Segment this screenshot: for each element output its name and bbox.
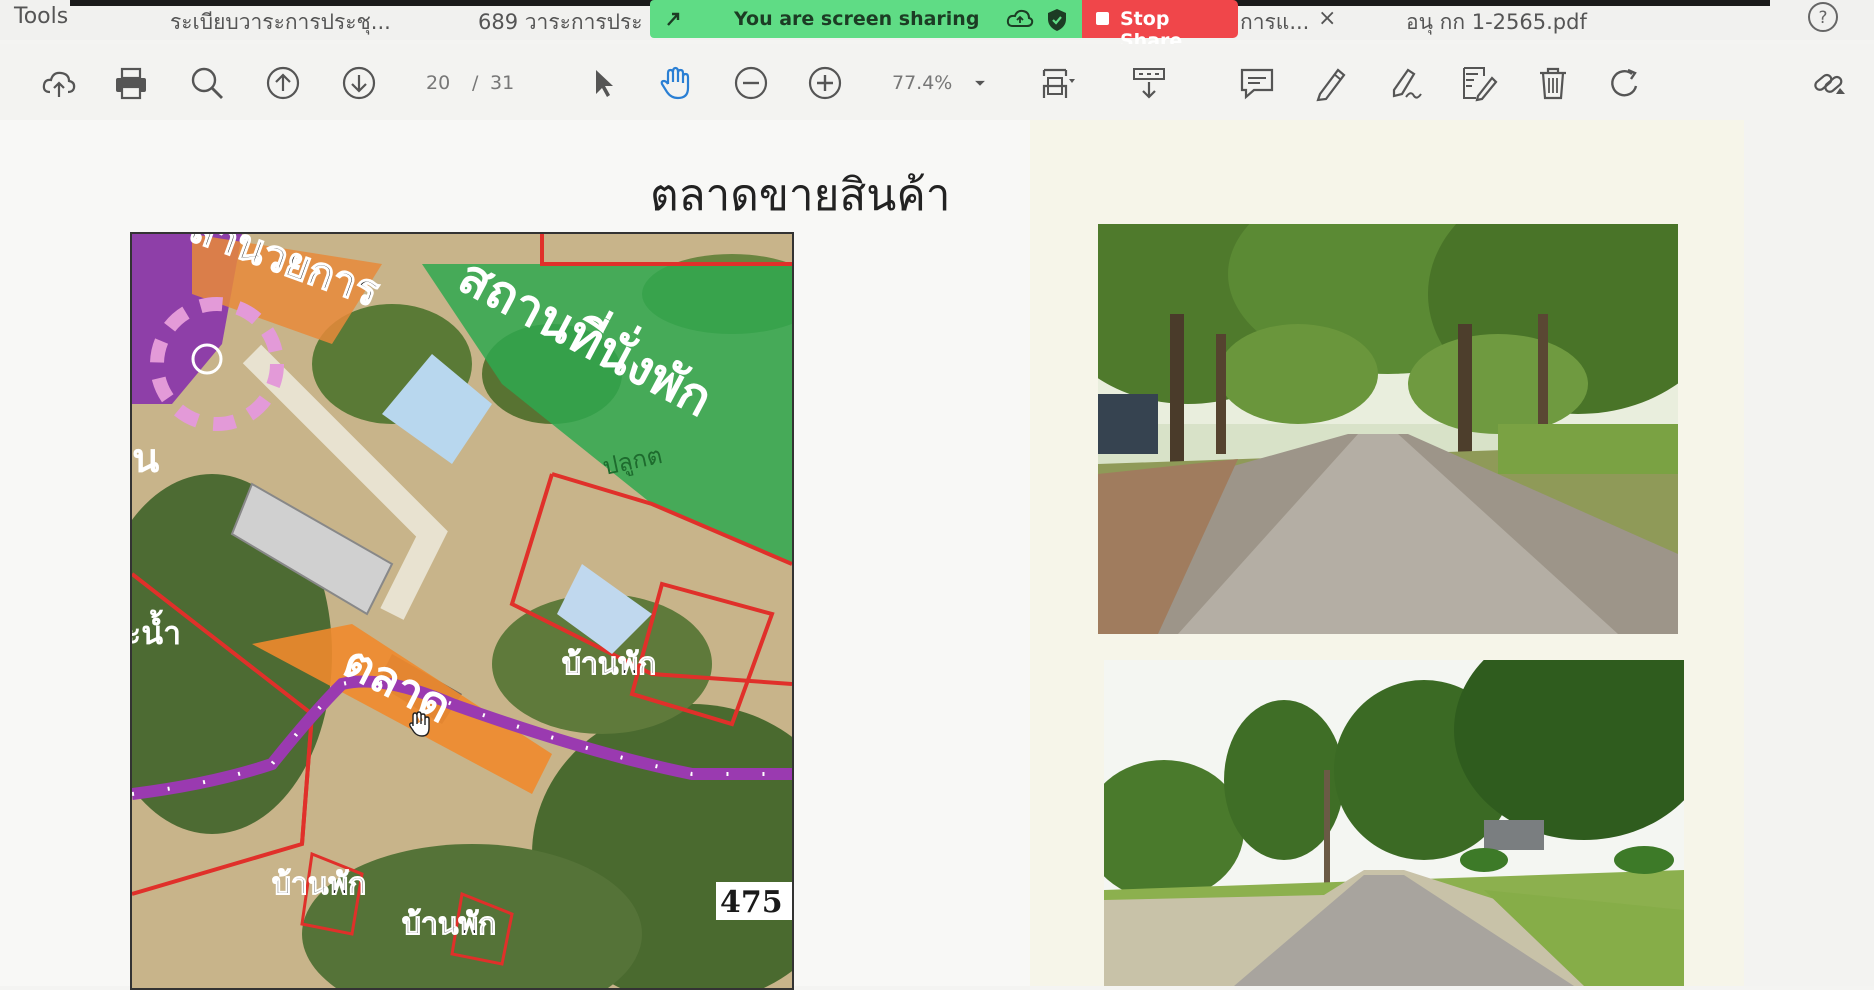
road-photo-2	[1104, 660, 1684, 986]
tab-689-agenda[interactable]: 689 วาระการประ	[478, 6, 643, 39]
highlight-icon[interactable]	[1310, 62, 1352, 104]
zoom-level-input[interactable]: 77.4%	[892, 72, 952, 94]
fit-page-icon[interactable]	[1036, 62, 1078, 104]
current-page-input[interactable]: 20	[426, 72, 450, 94]
road-photo-1	[1098, 224, 1678, 634]
link-icon[interactable]	[1808, 62, 1850, 104]
shield-icon[interactable]	[1046, 8, 1068, 32]
route-number: 475	[720, 885, 783, 920]
pdf-toolbar: 20 / 31 77.4%	[0, 44, 1874, 120]
map-label-house-3: บ้านพัก	[402, 907, 496, 942]
tab-close-button[interactable]: ×	[1318, 6, 1336, 31]
svg-text:?: ?	[1818, 8, 1827, 28]
page-up-icon[interactable]	[262, 62, 304, 104]
upload-icon[interactable]	[38, 62, 80, 104]
delete-icon[interactable]	[1532, 62, 1574, 104]
sign-icon[interactable]	[1384, 62, 1426, 104]
tab-pdf-file[interactable]: อนุ กก 1-2565.pdf	[1406, 6, 1587, 39]
scroll-mode-icon[interactable]	[1128, 62, 1170, 104]
select-icon[interactable]	[582, 62, 624, 104]
search-icon[interactable]	[186, 62, 228, 104]
screen-share-bar: You are screen sharing Stop Share	[650, 0, 1238, 52]
screen-share-status: You are screen sharing	[650, 0, 1082, 38]
comment-icon[interactable]	[1236, 62, 1278, 104]
total-pages: 31	[490, 72, 515, 94]
aerial-map-image: ลำนวยการ สถานที่นั่งพัก ปลูกต น ะน้ำ ตลา…	[130, 232, 794, 990]
zoom-in-icon[interactable]	[804, 62, 846, 104]
map-label-left-1: น	[132, 436, 159, 482]
page-title: ตลาดขายสินค้า	[650, 170, 951, 221]
tab-meeting-agenda[interactable]: ระเบียบวาระการประชุ...	[170, 6, 391, 39]
screen-sharing-label: You are screen sharing	[734, 8, 980, 30]
hand-icon[interactable]	[654, 62, 696, 104]
tools-menu[interactable]: Tools	[14, 4, 68, 29]
zoom-out-icon[interactable]	[730, 62, 772, 104]
print-icon[interactable]	[110, 62, 152, 104]
edit-icon[interactable]	[1458, 62, 1500, 104]
stop-share-button[interactable]: Stop Share	[1082, 0, 1238, 52]
viewport-margin	[1744, 120, 1874, 986]
map-label-left-2: ะน้ำ	[132, 609, 181, 652]
page-separator: /	[472, 72, 479, 94]
map-label-house-1: บ้านพัก	[562, 647, 656, 682]
page-down-icon[interactable]	[338, 62, 380, 104]
cloud-icon[interactable]	[1006, 8, 1034, 30]
tab-document[interactable]: การแ...	[1240, 6, 1309, 39]
stop-icon	[1096, 12, 1109, 25]
zoom-dropdown-icon[interactable]	[970, 62, 990, 104]
rotate-icon[interactable]	[1604, 62, 1646, 104]
help-icon[interactable]: ?	[1806, 0, 1840, 34]
share-arrow-icon[interactable]	[664, 9, 684, 29]
map-label-house-2: บ้านพัก	[272, 867, 366, 902]
pdf-viewport[interactable]: ตลาดขายสินค้า ลำนวยการ สถานที่นั่งพัก ปล…	[0, 120, 1874, 990]
